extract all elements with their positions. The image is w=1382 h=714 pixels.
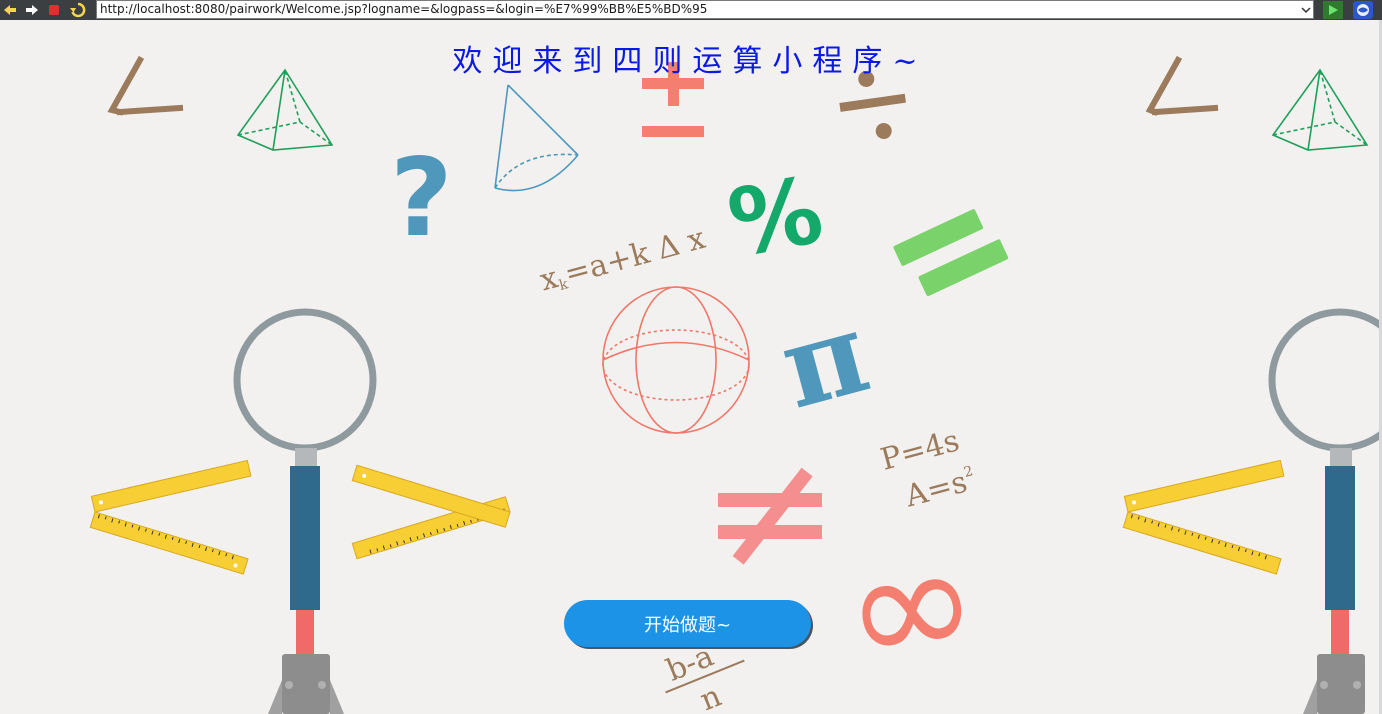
welcome-page: % ? π ∞ xk=a+k Δ x P=4s A=s2 b-a n 欢迎来到四… <box>0 20 1382 714</box>
ruler-icon-left-4 <box>351 464 511 528</box>
ruler-icon-right-2 <box>1123 459 1285 513</box>
page-title: 欢迎来到四则运算小程序~ <box>452 44 928 79</box>
angle-icon-right <box>1145 55 1219 116</box>
not-equal-icon <box>718 467 822 565</box>
percent-icon: % <box>721 157 830 278</box>
pi-icon: π <box>768 287 881 435</box>
ruler-icon-left-1 <box>89 511 249 575</box>
ruler-icon-right-1 <box>1122 511 1282 575</box>
browser-extension-icon[interactable] <box>1353 1 1373 19</box>
pyramid-icon-right <box>1271 68 1369 151</box>
infinity-icon: ∞ <box>832 503 990 707</box>
formula-rest: =a+k Δ x <box>561 221 709 292</box>
question-icon: ? <box>390 136 453 261</box>
pyramid-icon <box>236 68 334 151</box>
url-field[interactable]: http://localhost:8080/pairwork/Welcome.j… <box>96 0 1314 19</box>
equals-icon <box>893 209 1009 297</box>
sphere-icon <box>602 286 750 434</box>
dropdown-icon[interactable] <box>1298 1 1313 18</box>
ruler-icon-left-2 <box>90 459 252 513</box>
forward-arrow-icon[interactable] <box>24 2 40 18</box>
magnifier-icon-left <box>233 308 377 714</box>
go-icon[interactable] <box>1323 1 1343 19</box>
browser-toolbar: http://localhost:8080/pairwork/Welcome.j… <box>0 0 1382 20</box>
back-arrow-icon[interactable] <box>2 2 18 18</box>
cone-icon <box>494 84 579 192</box>
stop-icon[interactable] <box>46 2 62 18</box>
refresh-icon[interactable] <box>70 2 86 18</box>
fraction-bottom: n <box>695 679 726 714</box>
start-quiz-button[interactable]: 开始做题~ <box>564 600 811 647</box>
angle-icon <box>107 55 184 116</box>
magnifier-icon-right <box>1268 308 1382 714</box>
